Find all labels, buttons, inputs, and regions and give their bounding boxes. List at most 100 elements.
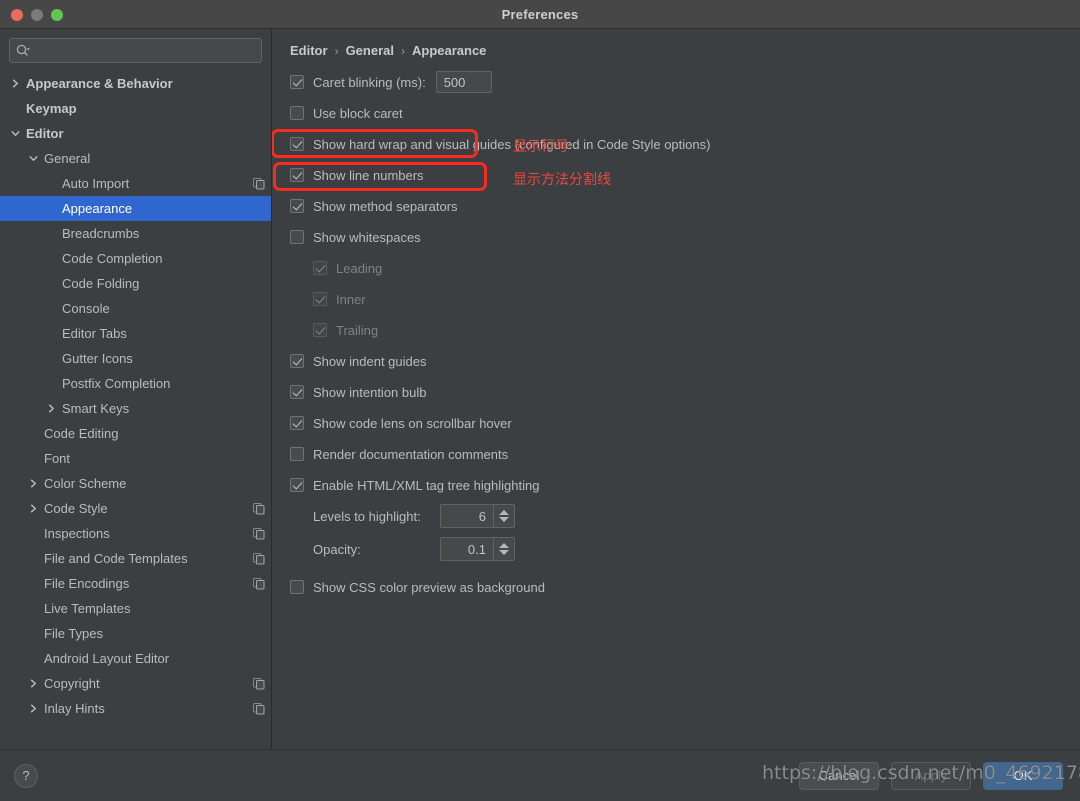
- sidebar-item-live-templates[interactable]: Live Templates: [0, 596, 271, 621]
- spinner-levels-to-highlight[interactable]: 6: [440, 504, 515, 528]
- copy-settings-icon[interactable]: [253, 677, 265, 690]
- copy-settings-icon[interactable]: [253, 527, 265, 540]
- option-row-leading[interactable]: Leading: [290, 256, 1062, 280]
- copy-settings-icon[interactable]: [253, 577, 265, 590]
- chevron-right-icon[interactable]: [8, 79, 22, 88]
- option-row-show-whitespaces[interactable]: Show whitespaces: [290, 225, 1062, 249]
- dialog-body: Appearance & Behavior Keymap Editor General…: [0, 29, 1080, 749]
- sidebar-item-label: Console: [62, 301, 110, 316]
- watermark-url: https://blog.csdn.net/m0_46921785: [762, 762, 1080, 784]
- chevron-right-icon[interactable]: [26, 704, 40, 713]
- chevron-right-icon[interactable]: [26, 504, 40, 513]
- sidebar-item-appearance-behavior[interactable]: Appearance & Behavior: [0, 71, 271, 96]
- spinner-value-opacity[interactable]: 0.1: [441, 538, 493, 560]
- checkbox-trailing: [313, 323, 327, 337]
- copy-settings-icon[interactable]: [253, 702, 265, 715]
- checkbox-show-indent-guides[interactable]: [290, 354, 304, 368]
- checkbox-show-intention-bulb[interactable]: [290, 385, 304, 399]
- option-row-trailing[interactable]: Trailing: [290, 318, 1062, 342]
- sidebar-item-editor[interactable]: Editor: [0, 121, 271, 146]
- checkbox-show-css-color-preview[interactable]: [290, 580, 304, 594]
- option-row-show-intention-bulb[interactable]: Show intention bulb: [290, 380, 1062, 404]
- spinner-value-levels-to-highlight[interactable]: 6: [441, 505, 493, 527]
- option-label-show-code-lens-on-scrollbar-hover: Show code lens on scrollbar hover: [313, 415, 512, 431]
- option-row-render-documentation-comments[interactable]: Render documentation comments: [290, 442, 1062, 466]
- sidebar-item-file-encodings[interactable]: File Encodings: [0, 571, 271, 596]
- input-caret-blinking-ms[interactable]: 500: [435, 71, 492, 93]
- sidebar-item-file-and-code-templates[interactable]: File and Code Templates: [0, 546, 271, 571]
- spinner-down-icon[interactable]: [499, 517, 509, 522]
- sidebar-item-console[interactable]: Console: [0, 296, 271, 321]
- option-row-enable-html-xml-tag-tree-highlighting[interactable]: Enable HTML/XML tag tree highlighting: [290, 473, 1062, 497]
- checkbox-render-documentation-comments[interactable]: [290, 447, 304, 461]
- minimize-window-button[interactable]: [31, 9, 43, 21]
- sidebar-item-color-scheme[interactable]: Color Scheme: [0, 471, 271, 496]
- copy-settings-icon[interactable]: [253, 177, 265, 190]
- sidebar-item-general[interactable]: General: [0, 146, 271, 171]
- sidebar-item-appearance[interactable]: Appearance: [0, 196, 271, 221]
- spinner-up-icon[interactable]: [499, 543, 509, 548]
- breadcrumb-part[interactable]: Editor: [290, 43, 328, 58]
- chevron-right-icon[interactable]: [26, 479, 40, 488]
- chevron-down-icon[interactable]: [26, 154, 40, 163]
- sidebar-item-code-completion[interactable]: Code Completion: [0, 246, 271, 271]
- sidebar-item-postfix-completion[interactable]: Postfix Completion: [0, 371, 271, 396]
- copy-settings-icon[interactable]: [253, 502, 265, 515]
- sidebar-item-keymap[interactable]: Keymap: [0, 96, 271, 121]
- sidebar-item-code-folding[interactable]: Code Folding: [0, 271, 271, 296]
- help-button[interactable]: ?: [14, 763, 38, 788]
- sidebar-item-code-editing[interactable]: Code Editing: [0, 421, 271, 446]
- option-row-inner[interactable]: Inner: [290, 287, 1062, 311]
- sidebar-item-gutter-icons[interactable]: Gutter Icons: [0, 346, 271, 371]
- option-row-show-hard-wrap-and-visual-guides-configured-in-code-style-options[interactable]: Show hard wrap and visual guides (config…: [290, 132, 1062, 156]
- option-row-show-indent-guides[interactable]: Show indent guides: [290, 349, 1062, 373]
- sidebar-item-auto-import[interactable]: Auto Import: [0, 171, 271, 196]
- option-row-show-code-lens-on-scrollbar-hover[interactable]: Show code lens on scrollbar hover: [290, 411, 1062, 435]
- sidebar-item-android-layout-editor[interactable]: Android Layout Editor: [0, 646, 271, 671]
- checkbox-show-whitespaces[interactable]: [290, 230, 304, 244]
- sidebar-item-copyright[interactable]: Copyright: [0, 671, 271, 696]
- chevron-right-icon[interactable]: [26, 679, 40, 688]
- breadcrumb-part[interactable]: Appearance: [412, 43, 486, 58]
- option-label-trailing: Trailing: [336, 322, 379, 338]
- search-box[interactable]: [9, 38, 262, 63]
- sidebar-item-label: Gutter Icons: [62, 351, 133, 366]
- sidebar-item-breadcrumbs[interactable]: Breadcrumbs: [0, 221, 271, 246]
- breadcrumb-part[interactable]: General: [346, 43, 394, 58]
- option-label-caret-blinking-ms: Caret blinking (ms):: [313, 74, 426, 90]
- spinner-up-icon[interactable]: [499, 510, 509, 515]
- copy-settings-icon[interactable]: [253, 552, 265, 565]
- spinner-down-icon[interactable]: [499, 550, 509, 555]
- sidebar-item-file-types[interactable]: File Types: [0, 621, 271, 646]
- sidebar-item-label: Smart Keys: [62, 401, 130, 416]
- chevron-down-icon[interactable]: [8, 129, 22, 138]
- chevron-right-icon[interactable]: [44, 404, 58, 413]
- sidebar-item-inlay-hints[interactable]: Inlay Hints: [0, 696, 271, 721]
- option-row-caret-blinking-ms[interactable]: Caret blinking (ms): 500: [290, 70, 1062, 94]
- option-row-show-method-separators[interactable]: Show method separators: [290, 194, 1062, 218]
- spinner-buttons[interactable]: [493, 538, 514, 560]
- option-row-show-line-numbers[interactable]: Show line numbers: [290, 163, 1062, 187]
- search-input[interactable]: [31, 43, 255, 58]
- sidebar-item-label: Live Templates: [44, 601, 131, 616]
- checkbox-enable-html-xml-tag-tree-highlighting[interactable]: [290, 478, 304, 492]
- sidebar-item-inspections[interactable]: Inspections: [0, 521, 271, 546]
- close-window-button[interactable]: [11, 9, 23, 21]
- spinner-buttons[interactable]: [493, 505, 514, 527]
- checkbox-show-method-separators[interactable]: [290, 199, 304, 213]
- spinner-opacity[interactable]: 0.1: [440, 537, 515, 561]
- sidebar-item-smart-keys[interactable]: Smart Keys: [0, 396, 271, 421]
- checkbox-use-block-caret[interactable]: [290, 106, 304, 120]
- checkbox-show-hard-wrap-and-visual-guides-configured-in-code-style-options[interactable]: [290, 137, 304, 151]
- zoom-window-button[interactable]: [51, 9, 63, 21]
- option-label-show-method-separators: Show method separators: [313, 198, 458, 214]
- sidebar-item-code-style[interactable]: Code Style: [0, 496, 271, 521]
- settings-tree[interactable]: Appearance & Behavior Keymap Editor General…: [0, 71, 271, 749]
- sidebar-item-editor-tabs[interactable]: Editor Tabs: [0, 321, 271, 346]
- option-row-use-block-caret[interactable]: Use block caret: [290, 101, 1062, 125]
- checkbox-caret-blinking-ms[interactable]: [290, 75, 304, 89]
- option-row-css-color-preview[interactable]: Show CSS color preview as background: [290, 575, 1062, 599]
- sidebar-item-font[interactable]: Font: [0, 446, 271, 471]
- checkbox-show-code-lens-on-scrollbar-hover[interactable]: [290, 416, 304, 430]
- checkbox-show-line-numbers[interactable]: [290, 168, 304, 182]
